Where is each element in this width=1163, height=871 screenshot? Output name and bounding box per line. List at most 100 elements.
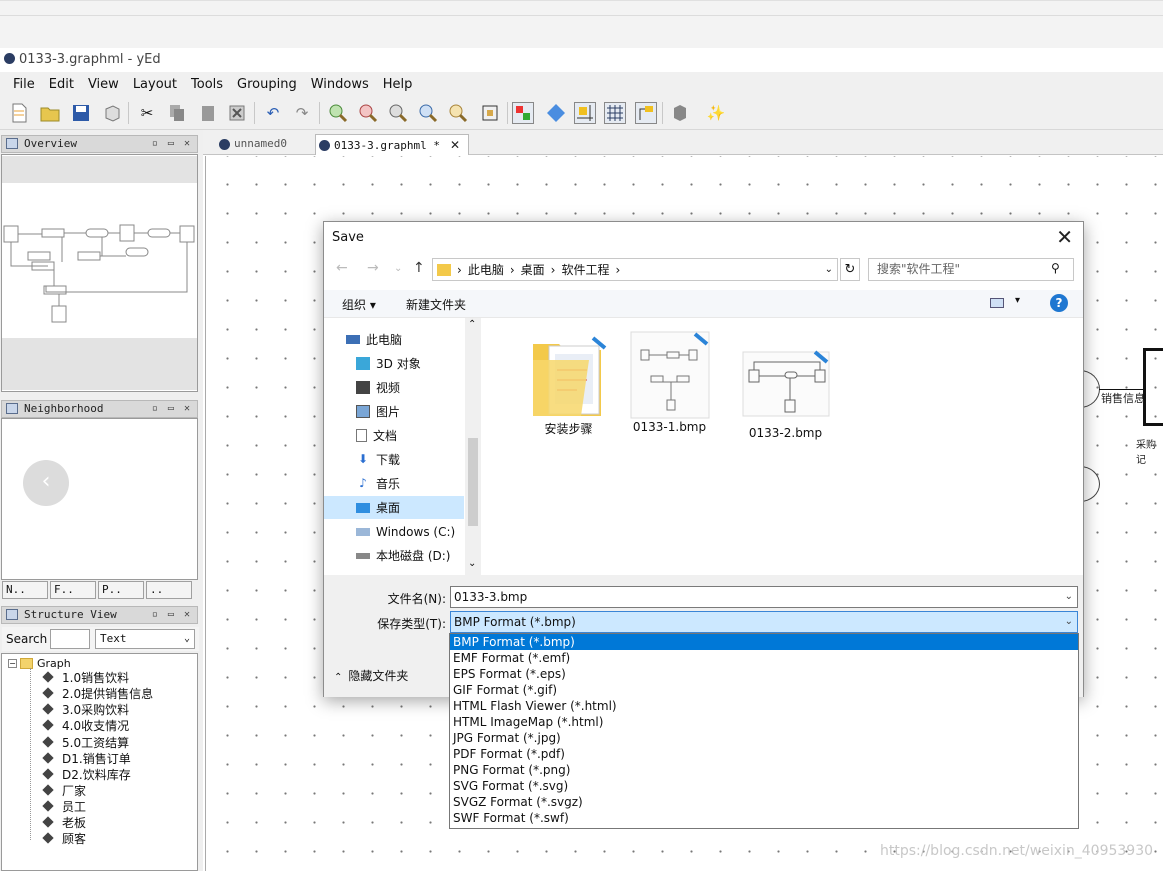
new-document-icon[interactable] — [8, 102, 30, 124]
nav-desktop[interactable]: 桌面 — [324, 496, 464, 519]
copy-icon[interactable] — [166, 102, 188, 124]
filetype-option-jpg[interactable]: JPG Format (*.jpg) — [450, 730, 1078, 746]
filetype-option-swf[interactable]: SWF Format (*.swf) — [450, 810, 1078, 826]
file-item-bmp[interactable]: 0133-1.bmp — [617, 330, 722, 434]
structure-search-input[interactable] — [50, 629, 90, 649]
export-icon[interactable] — [101, 102, 123, 124]
file-item-folder[interactable]: 安装步骤 — [516, 330, 621, 437]
filetype-option-eps[interactable]: EPS Format (*.eps) — [450, 666, 1078, 682]
filetype-option-png[interactable]: PNG Format (*.png) — [450, 762, 1078, 778]
tree-item[interactable]: 顾客 — [42, 830, 86, 846]
breadcrumb-desktop[interactable]: 桌面 — [521, 261, 545, 278]
scroll-down-icon[interactable]: ⌄ — [468, 558, 476, 569]
filetype-option-svgz[interactable]: SVGZ Format (*.svgz) — [450, 794, 1078, 810]
hide-folders-button[interactable]: ⌃ 隐藏文件夹 — [334, 667, 408, 684]
forward-arrow-icon[interactable]: → — [367, 260, 379, 276]
minitab-p[interactable]: P.. — [98, 581, 144, 599]
filename-input[interactable]: 0133-3.bmp ⌄ — [450, 586, 1078, 608]
minitab-more[interactable]: .. — [146, 581, 192, 599]
palette-icon[interactable] — [669, 102, 691, 124]
folder-search-input[interactable]: 搜索"软件工程" — [868, 258, 1074, 281]
organize-button[interactable]: 组织 ▾ — [342, 296, 376, 313]
menu-layout[interactable]: Layout — [126, 77, 184, 92]
chevron-down-icon[interactable]: ⌄ — [1065, 587, 1073, 607]
minitab-f[interactable]: F.. — [50, 581, 96, 599]
edit-mode-icon[interactable] — [512, 102, 534, 124]
tree-item[interactable]: 厂家 — [42, 782, 86, 798]
new-folder-button[interactable]: 新建文件夹 — [406, 296, 466, 313]
filetype-option-emf[interactable]: EMF Format (*.emf) — [450, 650, 1078, 666]
back-arrow-icon[interactable]: ‹ — [23, 460, 69, 506]
zoom-fit-icon[interactable] — [417, 102, 439, 124]
tree-item[interactable]: 2.0提供销售信息 — [42, 685, 153, 701]
menu-edit[interactable]: Edit — [42, 77, 81, 92]
chevron-down-icon[interactable]: ▾ — [1015, 295, 1020, 306]
collapse-icon[interactable]: − — [8, 659, 17, 668]
tab-0133-3[interactable]: 0133-3.graphml * ✕ — [315, 134, 469, 155]
nav-music[interactable]: ♪ 音乐 — [324, 472, 464, 495]
menu-grouping[interactable]: Grouping — [230, 77, 304, 92]
tree-item[interactable]: D1.销售订单 — [42, 750, 131, 766]
breadcrumb-this-pc[interactable]: 此电脑 — [468, 261, 504, 278]
panel-window-controls[interactable]: ▫ ▭ ✕ — [152, 401, 192, 417]
delete-icon[interactable] — [226, 102, 248, 124]
recent-dropdown-icon[interactable]: ⌄ — [394, 263, 402, 274]
orthogonal-edges-icon[interactable] — [635, 102, 657, 124]
breadcrumb-folder[interactable]: 软件工程 — [561, 261, 609, 278]
nav-videos[interactable]: 视频 — [324, 376, 464, 399]
tree-item[interactable]: 5.0工资结算 — [42, 734, 129, 750]
nav-downloads[interactable]: ⬇ 下载 — [324, 448, 464, 471]
nav-3d-objects[interactable]: 3D 对象 — [324, 352, 464, 375]
filetype-option-flash-html[interactable]: HTML Flash Viewer (*.html) — [450, 698, 1078, 714]
panel-window-controls[interactable]: ▫ ▭ ✕ — [152, 607, 192, 623]
nav-this-pc[interactable]: 此电脑 — [324, 328, 464, 351]
fit-content-icon[interactable] — [479, 102, 501, 124]
address-bar[interactable]: › 此电脑 › 桌面 › 软件工程 › ⌄ — [432, 258, 838, 281]
close-tab-icon[interactable]: ✕ — [450, 138, 460, 152]
nav-documents[interactable]: 文档 — [324, 424, 464, 447]
filetype-option-svg[interactable]: SVG Format (*.svg) — [450, 778, 1078, 794]
back-arrow-icon[interactable]: ← — [336, 260, 348, 276]
tree-item[interactable]: D2.饮料库存 — [42, 766, 131, 782]
file-item-bmp[interactable]: 0133-2.bmp — [733, 350, 838, 440]
menu-file[interactable]: File — [6, 77, 42, 92]
close-icon[interactable]: ✕ — [1056, 225, 1073, 249]
tree-item[interactable]: 老板 — [42, 814, 86, 830]
refresh-icon[interactable]: ↻ — [840, 258, 860, 281]
panel-window-controls[interactable]: ▫ ▭ ✕ — [152, 136, 192, 152]
menu-help[interactable]: Help — [376, 77, 420, 92]
nav-drive-c[interactable]: Windows (C:) — [324, 520, 464, 543]
nav-pictures[interactable]: 图片 — [324, 400, 464, 423]
undo-icon[interactable]: ↶ — [262, 102, 284, 124]
structure-filter-select[interactable]: Text ⌄ — [95, 629, 195, 649]
minitab-neighborhood[interactable]: N.. — [2, 581, 48, 599]
tree-item[interactable]: 3.0采购饮料 — [42, 701, 129, 717]
navigation-mode-icon[interactable] — [545, 102, 567, 124]
menu-tools[interactable]: Tools — [184, 77, 230, 92]
chevron-down-icon[interactable]: ⌄ — [825, 264, 833, 275]
view-options-icon[interactable] — [990, 298, 1004, 308]
filetype-option-imagemap-html[interactable]: HTML ImageMap (*.html) — [450, 714, 1078, 730]
grid-icon[interactable] — [604, 102, 626, 124]
entity-node-partial[interactable] — [1143, 348, 1163, 426]
filetype-option-bmp[interactable]: BMP Format (*.bmp) — [450, 634, 1078, 650]
nav-drive-d[interactable]: 本地磁盘 (D:) — [324, 544, 464, 567]
open-folder-icon[interactable] — [39, 102, 61, 124]
filetype-option-pdf[interactable]: PDF Format (*.pdf) — [450, 746, 1078, 762]
menu-view[interactable]: View — [81, 77, 126, 92]
zoom-area-icon[interactable] — [447, 102, 469, 124]
redo-icon[interactable]: ↷ — [291, 102, 313, 124]
tree-item[interactable]: 员工 — [42, 798, 86, 814]
menu-windows[interactable]: Windows — [304, 77, 376, 92]
magic-wand-icon[interactable]: ✨ — [705, 102, 727, 124]
tab-unnamed0[interactable]: unnamed0 — [216, 134, 314, 155]
chevron-down-icon[interactable]: ⌄ — [1065, 612, 1073, 632]
paste-icon[interactable] — [197, 102, 219, 124]
zoom-100-icon[interactable] — [387, 102, 409, 124]
cut-icon[interactable]: ✂ — [136, 102, 158, 124]
filetype-option-gif[interactable]: GIF Format (*.gif) — [450, 682, 1078, 698]
zoom-out-icon[interactable] — [357, 102, 379, 124]
scroll-up-icon[interactable]: ⌃ — [468, 319, 476, 330]
tree-item[interactable]: 4.0收支情况 — [42, 717, 129, 733]
tree-item[interactable]: 1.0销售饮料 — [42, 669, 129, 685]
